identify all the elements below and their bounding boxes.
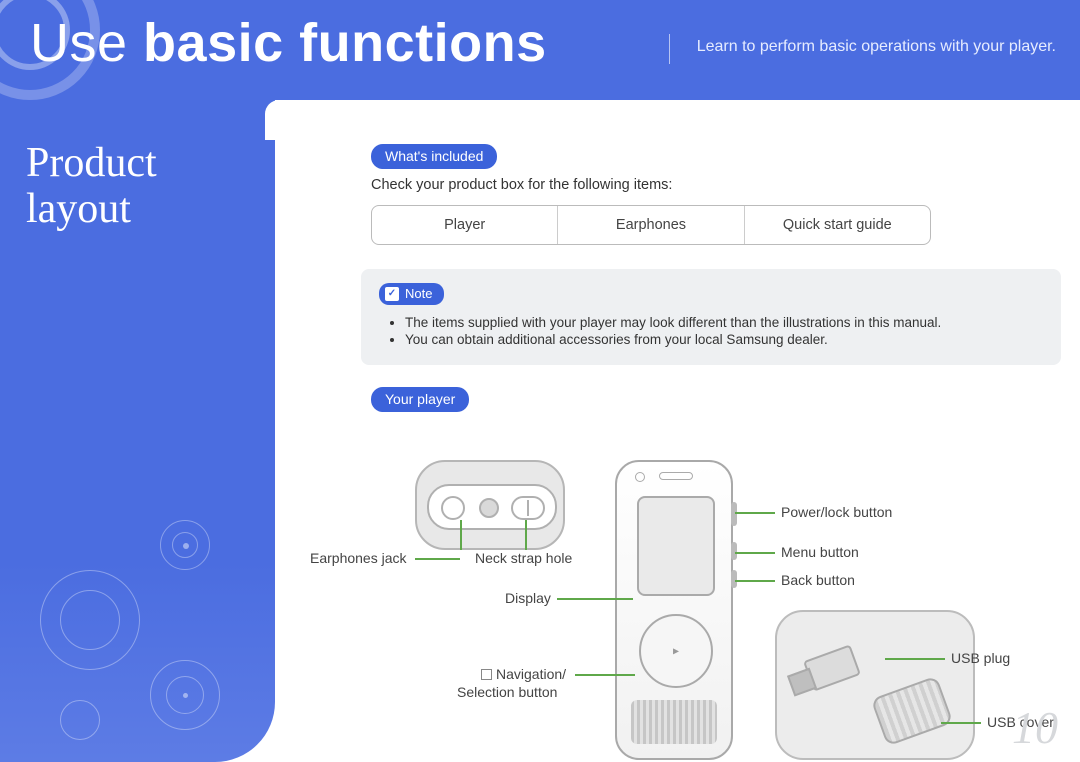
nav-square-icon xyxy=(481,669,492,680)
leader-line xyxy=(885,658,945,660)
usb-cover-icon xyxy=(871,676,954,747)
sidebar: Product layout xyxy=(0,100,275,762)
label-selection-button: Selection button xyxy=(457,684,557,700)
player-top-inner xyxy=(427,484,557,530)
player-top-view xyxy=(415,460,565,550)
note-box: ✓ Note The items supplied with your play… xyxy=(361,269,1061,365)
player-diagram: Earphones jack Neck strap hole Power/loc… xyxy=(275,460,1080,762)
label-back-button: Back button xyxy=(781,572,855,588)
leader-line xyxy=(735,580,775,582)
included-item: Earphones xyxy=(558,206,744,244)
note-check-icon: ✓ xyxy=(385,287,399,301)
decor-dot xyxy=(183,543,189,549)
note-bullet: You can obtain additional accessories fr… xyxy=(405,332,1043,347)
device-speaker-icon xyxy=(659,472,693,480)
note-label: Note xyxy=(405,286,432,301)
label-neck-strap: Neck strap hole xyxy=(475,550,572,566)
label-display: Display xyxy=(505,590,551,606)
leader-line xyxy=(525,520,527,550)
dpad-icon xyxy=(639,614,713,688)
decor-dot xyxy=(183,693,188,698)
label-earphones-jack: Earphones jack xyxy=(310,550,407,566)
your-player-pill: Your player xyxy=(371,387,469,412)
note-list: The items supplied with your player may … xyxy=(405,315,1043,347)
grip-icon xyxy=(631,700,717,744)
section-title: Product layout xyxy=(26,140,157,232)
header-divider xyxy=(669,34,670,64)
leader-line xyxy=(557,598,633,600)
leader-line xyxy=(460,520,462,550)
title-bold: basic functions xyxy=(143,13,547,73)
back-button-icon xyxy=(731,570,737,588)
page-subtitle: Learn to perform basic operations with y… xyxy=(697,38,1056,56)
label-menu-button: Menu button xyxy=(781,544,859,560)
jack-hole-icon xyxy=(479,498,499,518)
section-title-line2: layout xyxy=(26,186,131,232)
label-power-lock: Power/lock button xyxy=(781,504,892,520)
decor-circle xyxy=(60,700,100,740)
label-usb-plug: USB plug xyxy=(951,650,1010,666)
usb-plug-icon xyxy=(803,644,861,691)
leader-line xyxy=(735,552,775,554)
included-items-row: Player Earphones Quick start guide xyxy=(371,205,931,245)
page-number: 10 xyxy=(1012,701,1058,754)
included-item: Player xyxy=(372,206,558,244)
leader-line xyxy=(941,722,981,724)
note-pill: ✓ Note xyxy=(379,283,444,305)
strap-hole-icon xyxy=(511,496,545,520)
included-intro: Check your product box for the following… xyxy=(371,177,1080,193)
whats-included-pill: What's included xyxy=(371,144,497,169)
section-title-line1: Product xyxy=(26,140,157,186)
header-bar: Use basic functions Learn to perform bas… xyxy=(0,0,1080,100)
leader-line xyxy=(575,674,635,676)
label-navigation: Navigation/ xyxy=(481,666,566,682)
earphone-jack-icon xyxy=(441,496,465,520)
page-title: Use basic functions xyxy=(30,12,547,74)
title-light: Use xyxy=(30,13,143,73)
device-hole-icon xyxy=(635,472,645,482)
decor-circle xyxy=(60,590,120,650)
usb-view xyxy=(775,610,975,760)
player-front-view xyxy=(615,460,733,760)
power-button-icon xyxy=(731,502,737,526)
included-item: Quick start guide xyxy=(745,206,930,244)
leader-line xyxy=(415,558,460,560)
note-bullet: The items supplied with your player may … xyxy=(405,315,1043,330)
leader-line xyxy=(735,512,775,514)
menu-button-icon xyxy=(731,542,737,560)
display-icon xyxy=(637,496,715,596)
